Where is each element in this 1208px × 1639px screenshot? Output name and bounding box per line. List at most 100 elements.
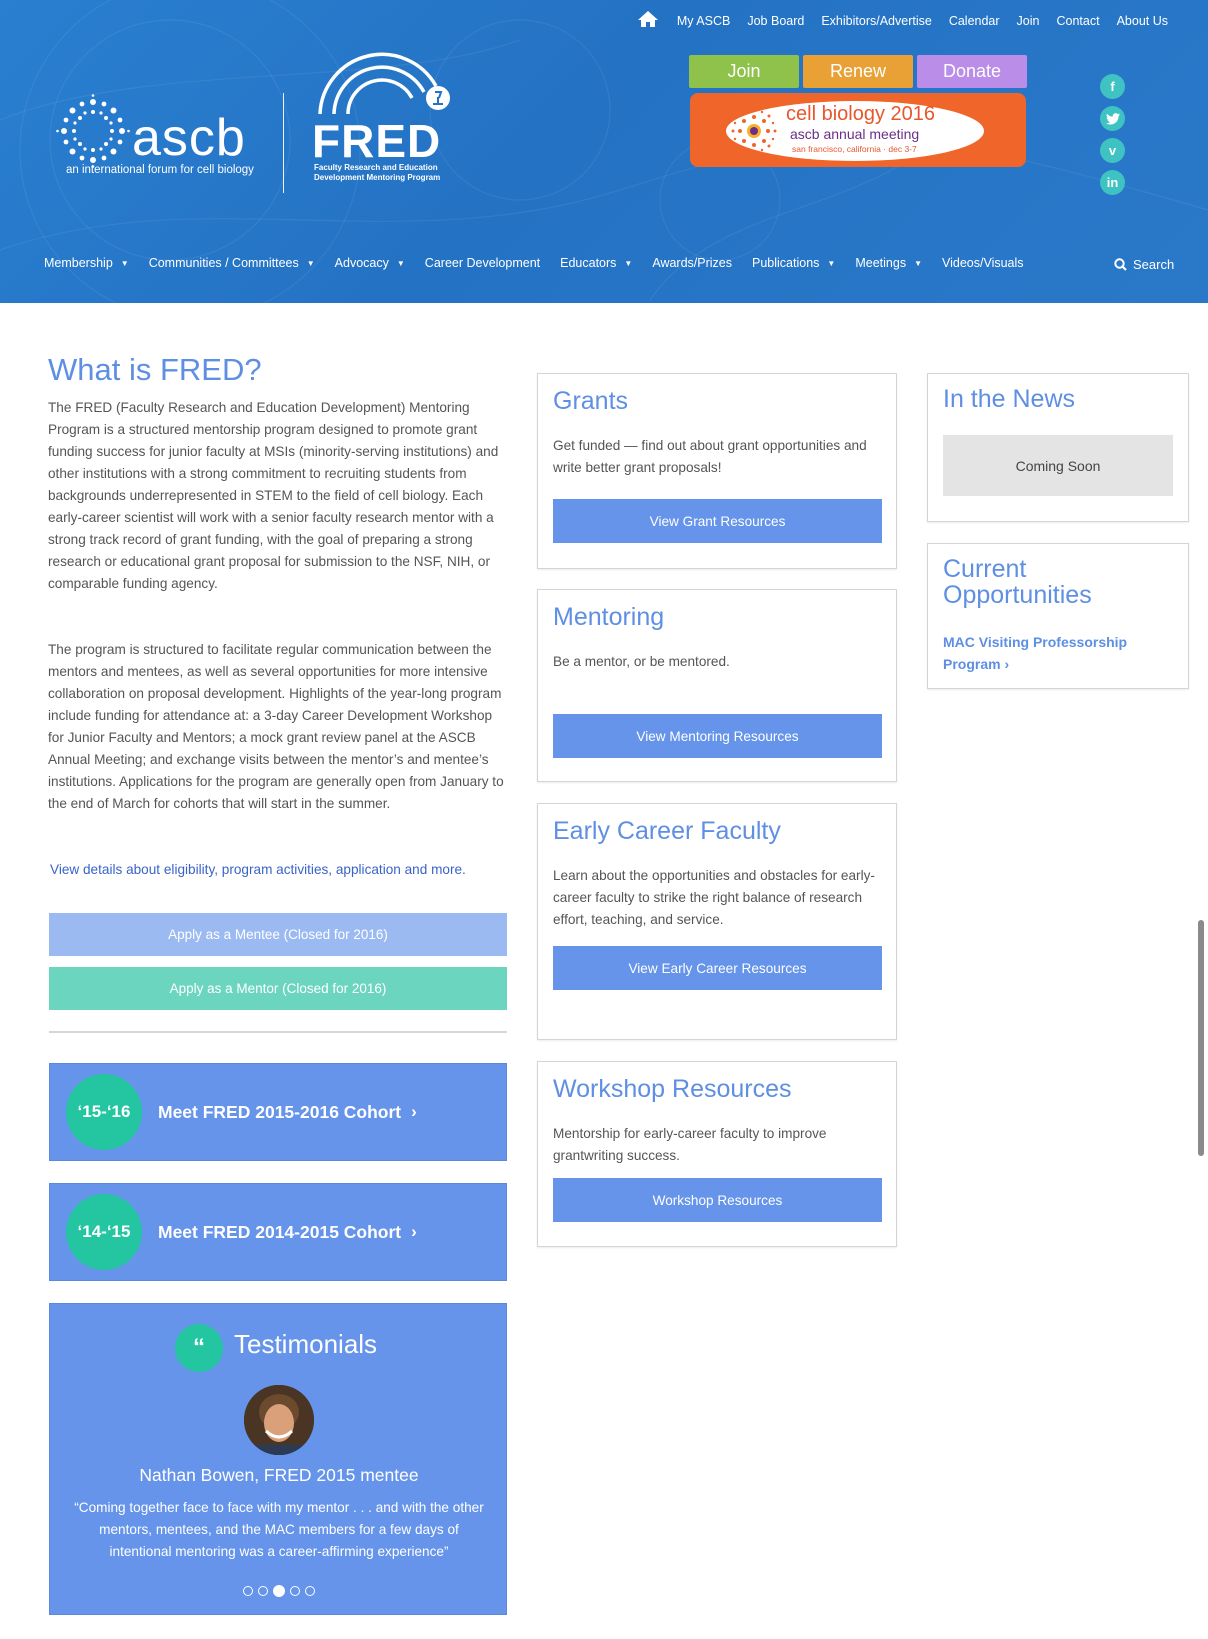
carousel-dot[interactable] xyxy=(305,1586,315,1596)
nav-videos-visuals[interactable]: Videos/Visuals xyxy=(942,256,1024,270)
mentoring-card: Mentoring Be a mentor, or be mentored. V… xyxy=(537,589,897,782)
nav-career-development[interactable]: Career Development xyxy=(425,256,540,270)
caret-down-icon: ▼ xyxy=(827,258,836,268)
nav-awards-label: Awards/Prizes xyxy=(652,256,733,270)
cohort-2015-2016-link[interactable]: ‘15-‘16 Meet FRED 2015-2016 Cohort › xyxy=(49,1063,507,1161)
testimonials-carousel: “ Testimonials Nathan Bowen, FRED 2015 m… xyxy=(49,1303,507,1615)
grants-title: Grants xyxy=(553,387,629,415)
caret-down-icon: ▼ xyxy=(120,258,129,268)
fred-subtitle-line-2: Development Mentoring Program xyxy=(314,173,441,182)
carousel-dot[interactable] xyxy=(258,1586,268,1596)
topnav-about-us[interactable]: About Us xyxy=(1117,14,1168,28)
carousel-dot-active[interactable] xyxy=(273,1585,285,1597)
caret-down-icon: ▼ xyxy=(396,258,405,268)
nav-publications-label: Publications xyxy=(752,256,820,270)
cohort-label: Meet FRED 2014-2015 Cohort xyxy=(158,1221,402,1242)
linkedin-icon[interactable]: in xyxy=(1100,170,1125,195)
opportunity-link-label: MAC Visiting Professorship Program xyxy=(943,634,1128,672)
caret-down-icon: ▼ xyxy=(914,258,922,268)
chevron-right-icon: › xyxy=(411,1102,417,1121)
topnav-job-board[interactable]: Job Board xyxy=(747,14,804,28)
page-scrollbar[interactable] xyxy=(1198,920,1204,1156)
nav-meetings-label: Meetings xyxy=(855,256,907,270)
opportunities-card: Current Opportunities MAC Visiting Profe… xyxy=(927,543,1189,689)
facebook-icon[interactable]: f xyxy=(1100,74,1125,99)
nav-awards-prizes[interactable]: Awards/Prizes xyxy=(652,256,732,270)
caret-down-icon: ▼ xyxy=(624,258,633,268)
nav-membership-label: Membership xyxy=(44,256,113,270)
cohort-year-badge: ‘14-‘15 xyxy=(66,1194,142,1270)
nav-advocacy-label: Advocacy xyxy=(334,256,389,270)
mentoring-text: Be a mentor, or be mentored. xyxy=(553,654,730,669)
early-career-card: Early Career Faculty Learn about the opp… xyxy=(537,803,897,1040)
topnav-join[interactable]: Join xyxy=(1017,14,1040,28)
program-details-link[interactable]: View details about eligibility, program … xyxy=(50,859,490,881)
home-icon[interactable] xyxy=(637,10,659,28)
page-title: What is FRED? xyxy=(48,352,262,387)
fred-logo[interactable]: FRED Faculty Research and Education Deve… xyxy=(312,42,462,192)
fred-arcs-microscope-icon xyxy=(318,52,450,115)
coming-soon-box: Coming Soon xyxy=(943,435,1173,496)
main-nav: Membership ▼ Communities / Committees ▼ Ad… xyxy=(44,256,1044,270)
search-label: Search xyxy=(1133,257,1175,272)
nav-educators[interactable]: Educators ▼ xyxy=(560,256,632,270)
nav-advocacy[interactable]: Advocacy ▼ xyxy=(335,256,405,270)
fred-subtitle-line-1: Faculty Research and Education xyxy=(314,163,438,172)
ascb-wordmark: ascb xyxy=(132,109,246,167)
topnav-exhibitors-advertise[interactable]: Exhibitors/Advertise xyxy=(821,14,931,28)
vimeo-icon[interactable]: v xyxy=(1100,138,1125,163)
site-header: My ASCB Job Board Exhibitors/Advertise C… xyxy=(0,0,1208,303)
social-links: f v in xyxy=(1100,74,1170,202)
nav-communities-committees[interactable]: Communities / Committees ▼ xyxy=(149,256,315,270)
workshop-resources-button[interactable]: Workshop Resources xyxy=(553,1178,882,1222)
banner-subtitle: ascb annual meeting xyxy=(790,126,920,142)
meeting-sun-logo-icon xyxy=(731,108,777,154)
cohort-2014-2015-link[interactable]: ‘14-‘15 Meet FRED 2014-2015 Cohort › xyxy=(49,1183,507,1281)
section-divider xyxy=(49,1031,507,1033)
cohort-label: Meet FRED 2015-2016 Cohort xyxy=(158,1101,402,1122)
ascb-logo[interactable]: ascb an international forum for cell bio… xyxy=(56,92,266,182)
news-title: In the News xyxy=(943,385,1076,413)
grants-text: Get funded — find out about grant opport… xyxy=(553,438,867,475)
testimonial-author: Nathan Bowen, FRED 2015 mentee xyxy=(139,1465,419,1485)
donate-button[interactable]: Donate xyxy=(917,55,1027,88)
apply-mentee-button[interactable]: Apply as a Mentee (Closed for 2016) xyxy=(49,913,507,956)
testimonial-quote: “Coming together face to face with my me… xyxy=(74,1500,484,1559)
topnav-contact[interactable]: Contact xyxy=(1056,14,1099,28)
annual-meeting-banner[interactable]: cell biology 2016 ascb annual meeting sa… xyxy=(690,93,1026,167)
news-card: In the News Coming Soon xyxy=(927,373,1189,522)
topnav-calendar[interactable]: Calendar xyxy=(949,14,1000,28)
mac-visiting-professorship-link[interactable]: MAC Visiting Professorship Program › xyxy=(943,631,1163,675)
search-link[interactable]: Search xyxy=(1114,257,1174,272)
caret-down-icon: ▼ xyxy=(306,258,315,268)
renew-button[interactable]: Renew xyxy=(803,55,913,88)
nav-communities-label: Communities / Committees xyxy=(148,256,299,270)
chevron-right-icon: › xyxy=(1004,656,1010,672)
view-early-career-resources-button[interactable]: View Early Career Resources xyxy=(553,946,882,990)
fred-wordmark: FRED xyxy=(312,115,442,167)
apply-mentor-button[interactable]: Apply as a Mentor (Closed for 2016) xyxy=(49,967,507,1010)
quote-icon: “ xyxy=(175,1324,223,1372)
logo-divider xyxy=(283,93,284,193)
carousel-dot[interactable] xyxy=(290,1586,300,1596)
ascb-tagline: an international forum for cell biology xyxy=(66,164,254,176)
twitter-icon[interactable] xyxy=(1100,106,1125,131)
top-utility-nav: My ASCB Job Board Exhibitors/Advertise C… xyxy=(637,10,1168,30)
carousel-dots xyxy=(50,1585,508,1597)
nav-videos-label: Videos/Visuals xyxy=(942,256,1024,270)
nav-meetings[interactable]: Meetings ▼ xyxy=(855,256,922,270)
search-icon xyxy=(1114,258,1127,271)
topnav-my-ascb[interactable]: My ASCB xyxy=(677,14,731,28)
fred-subtitle: Faculty Research and Education Developme… xyxy=(314,163,440,183)
carousel-dot[interactable] xyxy=(243,1586,253,1596)
join-button[interactable]: Join xyxy=(689,55,799,88)
workshop-card: Workshop Resources Mentorship for early-… xyxy=(537,1061,897,1247)
chevron-right-icon: › xyxy=(411,1222,417,1241)
mentoring-title: Mentoring xyxy=(553,603,665,631)
nav-publications[interactable]: Publications ▼ xyxy=(752,256,835,270)
view-grant-resources-button[interactable]: View Grant Resources xyxy=(553,499,882,543)
nav-membership[interactable]: Membership ▼ xyxy=(44,256,129,270)
early-career-title: Early Career Faculty xyxy=(553,817,781,845)
view-mentoring-resources-button[interactable]: View Mentoring Resources xyxy=(553,714,882,758)
ascb-dots-logo-icon xyxy=(56,94,130,168)
